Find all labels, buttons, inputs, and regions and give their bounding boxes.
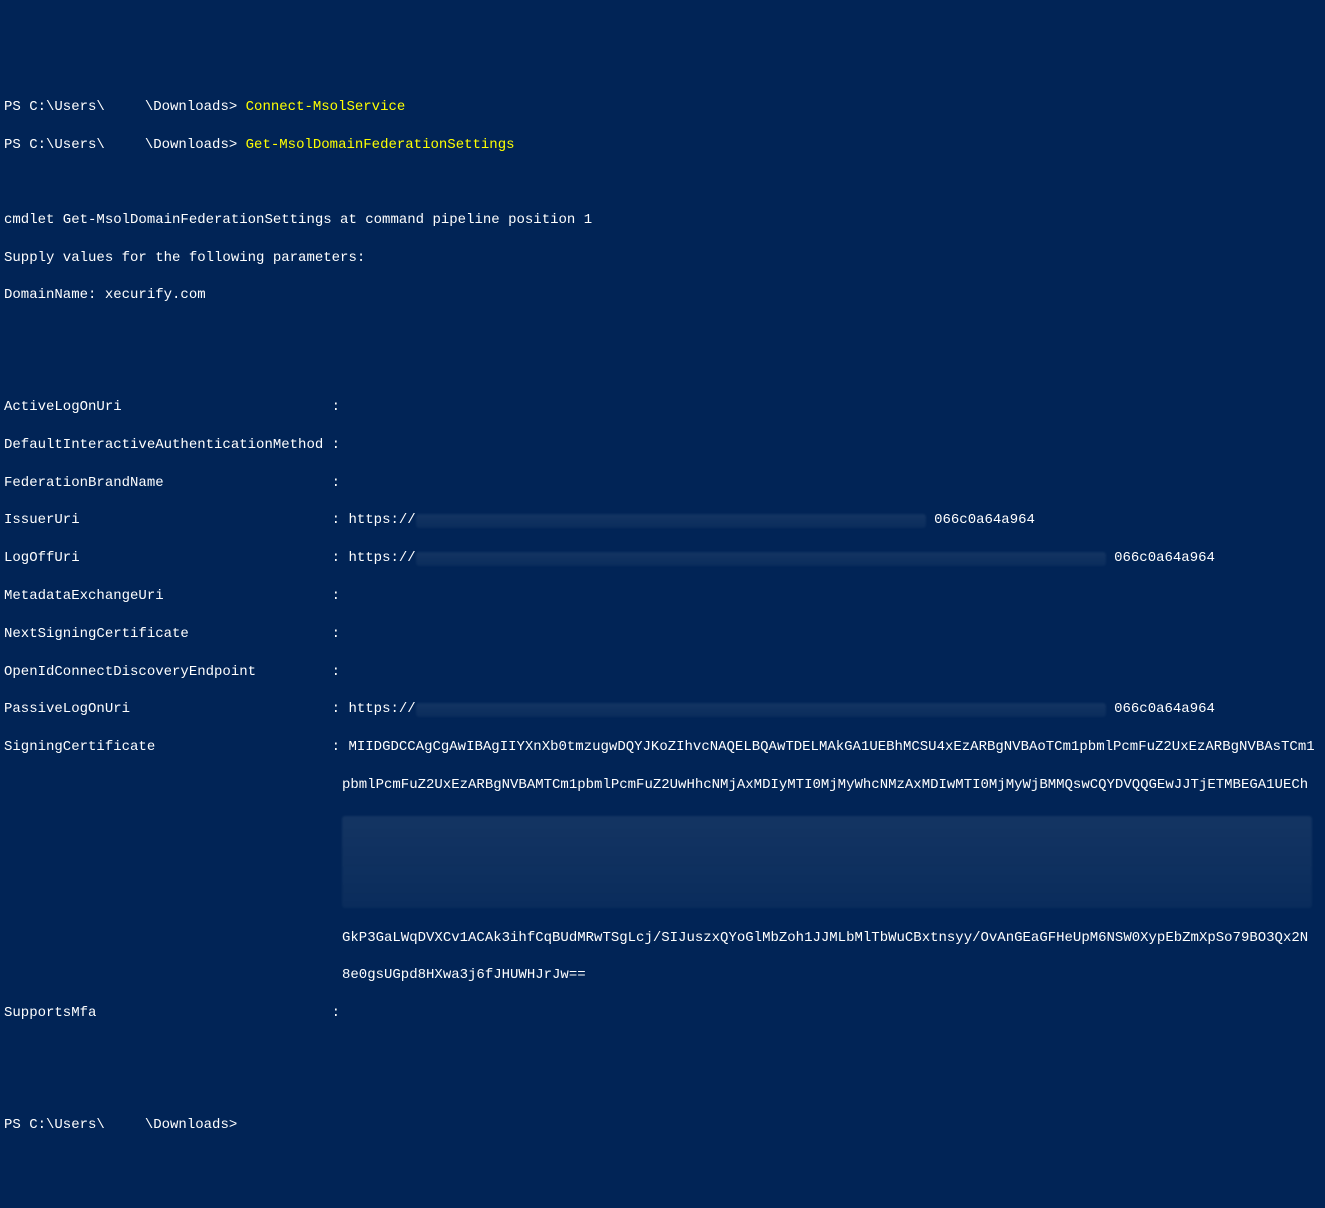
setting-key: FederationBrandName : xyxy=(4,474,348,493)
prompt-line-2: PS C:\Users\ \Downloads> Get-MsolDomainFe… xyxy=(4,136,1321,155)
redacted-url xyxy=(416,552,1106,566)
setting-value xyxy=(348,587,1321,606)
setting-value: https:// 066c0a64a964 xyxy=(348,549,1321,568)
setting-issueruri: IssuerUri : https:// 066c0a64a964 xyxy=(4,511,1321,530)
setting-value xyxy=(348,625,1321,644)
setting-key: OpenIdConnectDiscoveryEndpoint : xyxy=(4,663,348,682)
blank-line xyxy=(4,1042,1321,1060)
setting-key: SupportsMfa : xyxy=(4,1004,348,1023)
setting-value: https:// 066c0a64a964 xyxy=(348,511,1321,530)
setting-activelogonuri: ActiveLogOnUri : xyxy=(4,398,1321,417)
setting-value: MIIDGDCCAgCgAwIBAgIIYXnXb0tmzugwDQYJKoZI… xyxy=(348,738,1321,757)
url-suffix: 066c0a64a964 xyxy=(934,512,1035,528)
setting-nextsigningcert: NextSigningCertificate : xyxy=(4,625,1321,644)
command-2: Get-MsolDomainFederationSettings xyxy=(246,136,515,155)
url-prefix: https:// xyxy=(348,512,415,528)
setting-key: ActiveLogOnUri : xyxy=(4,398,348,417)
setting-key: MetadataExchangeUri : xyxy=(4,587,348,606)
url-suffix: 066c0a64a964 xyxy=(1114,550,1215,566)
url-prefix: https:// xyxy=(348,550,415,566)
redacted-url xyxy=(416,514,926,528)
setting-value xyxy=(348,474,1321,493)
setting-value xyxy=(348,436,1321,455)
pipeline-line-3: DomainName: xecurify.com xyxy=(4,286,1321,305)
pipeline-line-2: Supply values for the following paramete… xyxy=(4,249,1321,268)
setting-defaultauth: DefaultInteractiveAuthenticationMethod : xyxy=(4,436,1321,455)
prompt-prefix: PS C:\Users\ xyxy=(4,136,105,155)
setting-supportsmfa: SupportsMfa : xyxy=(4,1004,1321,1023)
prompt-prefix: PS C:\Users\ xyxy=(4,1116,105,1135)
cert-redacted-block xyxy=(4,814,1321,910)
prompt-suffix: \Downloads> xyxy=(145,1116,246,1135)
setting-openidconnect: OpenIdConnectDiscoveryEndpoint : xyxy=(4,663,1321,682)
command-1: Connect-MsolService xyxy=(246,98,406,117)
blank-line xyxy=(4,361,1321,379)
blank-line xyxy=(4,324,1321,342)
blank-line xyxy=(4,1079,1321,1097)
cert-text: pbmlPcmFuZ2UxEzARBgNVBAMTCm1pbmlPcmFuZ2U… xyxy=(342,777,1308,793)
terminal-output[interactable]: PS C:\Users\ \Downloads> Connect-MsolServ… xyxy=(4,80,1321,1154)
cert-line-2: pbmlPcmFuZ2UxEzARBgNVBAMTCm1pbmlPcmFuZ2U… xyxy=(4,776,1321,795)
cert-text: 8e0gsUGpd8HXwa3j6fJHUWHJrJw== xyxy=(342,967,586,983)
url-prefix: https:// xyxy=(348,701,415,717)
setting-key: NextSigningCertificate : xyxy=(4,625,348,644)
prompt-prefix: PS C:\Users\ xyxy=(4,98,105,117)
cert-text: GkP3GaLWqDVXCv1ACAk3ihfCqBUdMRwTSgLcj/SI… xyxy=(342,930,1308,946)
setting-logoffuri: LogOffUri : https:// 066c0a64a964 xyxy=(4,549,1321,568)
blank-line xyxy=(4,174,1321,192)
setting-value xyxy=(348,398,1321,417)
cert-line-4: 8e0gsUGpd8HXwa3j6fJHUWHJrJw== xyxy=(4,966,1321,985)
setting-key: IssuerUri : xyxy=(4,511,348,530)
redacted-certificate xyxy=(342,816,1312,908)
prompt-suffix: \Downloads> xyxy=(145,136,246,155)
setting-value xyxy=(348,1004,1321,1023)
setting-key: DefaultInteractiveAuthenticationMethod : xyxy=(4,436,348,455)
setting-key: SigningCertificate : xyxy=(4,738,348,757)
setting-key: LogOffUri : xyxy=(4,549,348,568)
setting-signingcert: SigningCertificate : MIIDGDCCAgCgAwIBAgI… xyxy=(4,738,1321,757)
setting-value: https:// 066c0a64a964 xyxy=(348,700,1321,719)
cert-line-3: GkP3GaLWqDVXCv1ACAk3ihfCqBUdMRwTSgLcj/SI… xyxy=(4,929,1321,948)
setting-value xyxy=(348,663,1321,682)
setting-key: PassiveLogOnUri : xyxy=(4,700,348,719)
setting-federationbrand: FederationBrandName : xyxy=(4,474,1321,493)
prompt-suffix: \Downloads> xyxy=(145,98,246,117)
setting-metadataexchange: MetadataExchangeUri : xyxy=(4,587,1321,606)
prompt-line-1: PS C:\Users\ \Downloads> Connect-MsolServ… xyxy=(4,98,1321,117)
pipeline-line-1: cmdlet Get-MsolDomainFederationSettings … xyxy=(4,211,1321,230)
redacted-username xyxy=(105,1116,145,1130)
prompt-line-3[interactable]: PS C:\Users\ \Downloads> xyxy=(4,1116,1321,1135)
setting-passivelogonuri: PassiveLogOnUri : https:// 066c0a64a964 xyxy=(4,700,1321,719)
redacted-username xyxy=(105,98,145,112)
url-suffix: 066c0a64a964 xyxy=(1114,701,1215,717)
redacted-url xyxy=(416,703,1106,717)
redacted-username xyxy=(105,136,145,150)
